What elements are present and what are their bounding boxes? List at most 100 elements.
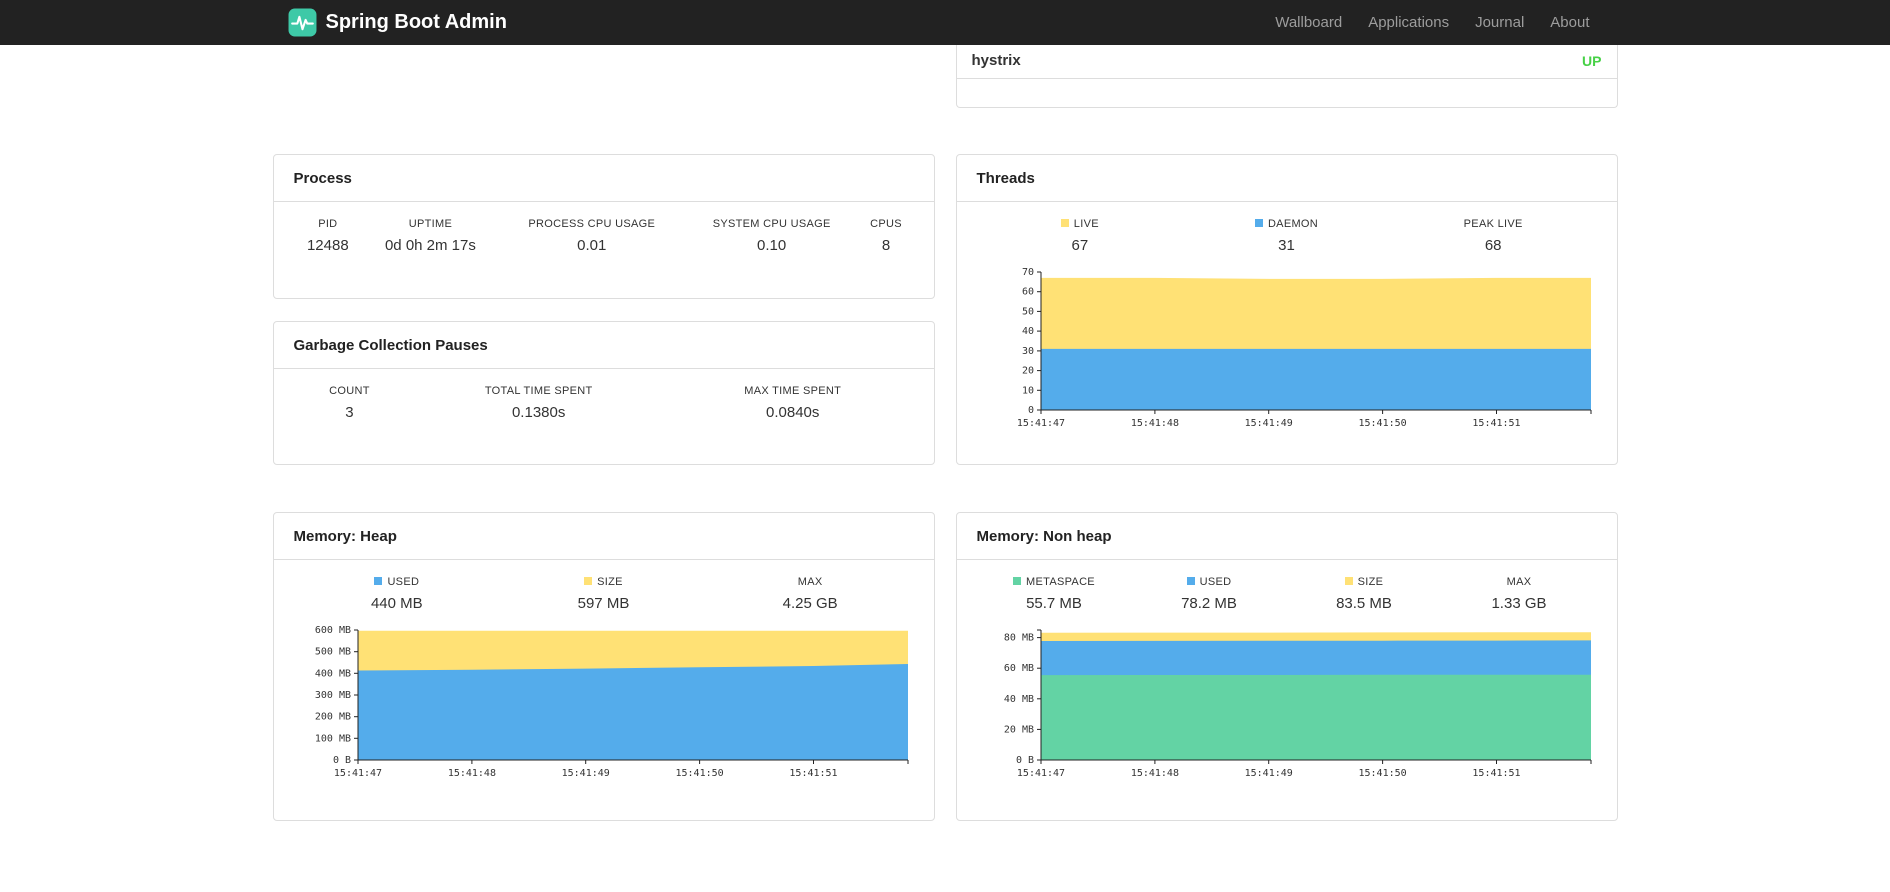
svg-text:200 MB: 200 MB bbox=[314, 712, 350, 723]
svg-text:15:41:49: 15:41:49 bbox=[1244, 768, 1292, 778]
memory-heap-panel: Memory: Heap USED SIZE MAX 440 MB 597 MB… bbox=[272, 512, 935, 821]
heap-legend: USED SIZE MAX 440 MB 597 MB 4.25 GB bbox=[294, 564, 914, 621]
size-swatch-icon bbox=[584, 577, 593, 585]
threads-chart: 0 10 20 30 40 50 60 70 15:41:47 15:41:48 15:41:49 1… bbox=[977, 267, 1597, 433]
memory-nonheap-panel-title: Memory: Non heap bbox=[956, 513, 1617, 560]
svg-text:15:41:51: 15:41:51 bbox=[1472, 418, 1520, 428]
legend-item: METASPACE bbox=[977, 564, 1132, 592]
process-col-header: SYSTEM CPU USAGE bbox=[712, 218, 831, 230]
brand-link[interactable]: Spring Boot Admin bbox=[288, 8, 507, 37]
gc-panel: Garbage Collection Pauses COUNT TOTAL TI… bbox=[272, 321, 935, 465]
legend-item: LIVE bbox=[977, 206, 1184, 234]
threads-panel: Threads LIVE DAEMON PEAK LIVE 67 31 68 0… bbox=[955, 154, 1618, 465]
daemon-swatch-icon bbox=[1254, 219, 1263, 227]
threads-legend: LIVE DAEMON PEAK LIVE 67 31 68 bbox=[977, 206, 1597, 263]
legend-item: DAEMON bbox=[1183, 206, 1390, 234]
svg-text:600 MB: 600 MB bbox=[314, 626, 350, 636]
legend-value: 1.33 GB bbox=[1491, 595, 1547, 612]
spring-boot-admin-logo-icon bbox=[288, 8, 317, 37]
svg-text:15:41:50: 15:41:50 bbox=[1358, 418, 1406, 428]
metaspace-swatch-icon bbox=[1013, 577, 1022, 585]
legend-value: 68 bbox=[1484, 237, 1502, 254]
health-panel: hystrix UP bbox=[955, 45, 1618, 108]
nav-wallboard[interactable]: Wallboard bbox=[1262, 14, 1355, 31]
svg-text:30: 30 bbox=[1021, 346, 1033, 357]
nav-journal[interactable]: Journal bbox=[1462, 14, 1537, 31]
legend-value: 597 MB bbox=[577, 595, 630, 612]
svg-text:15:41:50: 15:41:50 bbox=[1358, 768, 1406, 778]
threads-panel-title: Threads bbox=[956, 155, 1617, 202]
process-stat-value: 12488 bbox=[306, 237, 349, 254]
legend-value: 83.5 MB bbox=[1336, 595, 1392, 612]
right-column: hystrix UP Threads LIVE DAEMON PEAK LIVE… bbox=[955, 45, 1618, 821]
legend-value: 31 bbox=[1278, 237, 1295, 254]
svg-text:70: 70 bbox=[1021, 268, 1033, 278]
nav-applications[interactable]: Applications bbox=[1355, 14, 1462, 31]
process-col-header: PROCESS CPU USAGE bbox=[528, 218, 656, 230]
legend-label: SIZE bbox=[1357, 576, 1384, 588]
svg-text:40 MB: 40 MB bbox=[1003, 694, 1033, 705]
svg-text:100 MB: 100 MB bbox=[314, 733, 350, 744]
svg-text:0: 0 bbox=[1027, 405, 1033, 416]
gc-stat-value: 3 bbox=[345, 404, 354, 421]
heap-chart: 0 B 100 MB 200 MB 300 MB 400 MB 500 MB 600 MB 1… bbox=[294, 625, 914, 783]
legend-label: PEAK LIVE bbox=[1463, 218, 1523, 230]
brand-title: Spring Boot Admin bbox=[325, 11, 507, 33]
process-col-header: UPTIME bbox=[408, 218, 453, 230]
nav-links: Wallboard Applications Journal About bbox=[1262, 14, 1602, 31]
legend-item: MAX bbox=[1442, 564, 1597, 592]
process-stat-value: 0.10 bbox=[757, 237, 787, 254]
legend-label: METASPACE bbox=[1026, 576, 1095, 588]
svg-text:40: 40 bbox=[1021, 326, 1033, 337]
svg-text:50: 50 bbox=[1021, 306, 1033, 317]
svg-text:15:41:47: 15:41:47 bbox=[333, 768, 381, 778]
gc-col-header: COUNT bbox=[329, 385, 370, 397]
memory-heap-panel-title: Memory: Heap bbox=[273, 513, 934, 560]
legend-label: SIZE bbox=[597, 576, 623, 588]
svg-text:500 MB: 500 MB bbox=[314, 647, 350, 658]
legend-item: USED bbox=[294, 564, 501, 592]
svg-text:80 MB: 80 MB bbox=[1003, 633, 1033, 644]
size-swatch-icon bbox=[1344, 577, 1353, 585]
gc-stats-table: COUNT TOTAL TIME SPENT MAX TIME SPENT 3 … bbox=[294, 373, 914, 430]
navbar-inner: Spring Boot Admin Wallboard Applications… bbox=[273, 0, 1618, 45]
svg-text:300 MB: 300 MB bbox=[314, 690, 350, 701]
legend-item: MAX bbox=[707, 564, 914, 592]
status-badge: UP bbox=[1582, 52, 1602, 69]
svg-text:15:41:51: 15:41:51 bbox=[789, 768, 837, 778]
svg-text:10: 10 bbox=[1021, 385, 1033, 396]
memory-nonheap-panel: Memory: Non heap METASPACE USED SIZE MAX… bbox=[955, 512, 1618, 821]
legend-label: USED bbox=[1199, 576, 1232, 588]
legend-value: 55.7 MB bbox=[1026, 595, 1082, 612]
process-stat-value: 8 bbox=[881, 237, 891, 254]
svg-text:60: 60 bbox=[1021, 287, 1033, 298]
gc-stat-value: 0.0840s bbox=[766, 404, 820, 421]
live-swatch-icon bbox=[1060, 219, 1069, 227]
svg-text:15:41:47: 15:41:47 bbox=[1016, 418, 1064, 428]
svg-text:15:41:48: 15:41:48 bbox=[1130, 768, 1178, 778]
svg-text:0 B: 0 B bbox=[1015, 755, 1033, 766]
svg-text:15:41:47: 15:41:47 bbox=[1016, 768, 1064, 778]
process-stats-table: PID UPTIME PROCESS CPU USAGE SYSTEM CPU … bbox=[294, 206, 914, 263]
legend-item: USED bbox=[1132, 564, 1287, 592]
main-content: Process PID UPTIME PROCESS CPU USAGE SYS… bbox=[272, 45, 1618, 892]
svg-text:20 MB: 20 MB bbox=[1003, 724, 1033, 735]
legend-label: MAX bbox=[797, 576, 823, 588]
gc-col-header: MAX TIME SPENT bbox=[744, 385, 842, 397]
legend-value: 440 MB bbox=[370, 595, 423, 612]
nonheap-legend: METASPACE USED SIZE MAX 55.7 MB 78.2 MB … bbox=[977, 564, 1597, 621]
left-column: Process PID UPTIME PROCESS CPU USAGE SYS… bbox=[272, 45, 935, 821]
health-row-hystrix[interactable]: hystrix UP bbox=[956, 45, 1617, 79]
legend-value: 67 bbox=[1071, 237, 1089, 254]
svg-text:15:41:48: 15:41:48 bbox=[1130, 418, 1178, 428]
svg-text:15:41:48: 15:41:48 bbox=[447, 768, 495, 778]
svg-text:15:41:50: 15:41:50 bbox=[675, 768, 723, 778]
process-stat-value: 0d 0h 2m 17s bbox=[384, 237, 476, 254]
legend-label: LIVE bbox=[1073, 218, 1099, 230]
nav-about[interactable]: About bbox=[1537, 14, 1602, 31]
legend-label: USED bbox=[387, 576, 420, 588]
process-col-header: CPUS bbox=[870, 218, 902, 230]
process-panel: Process PID UPTIME PROCESS CPU USAGE SYS… bbox=[272, 154, 935, 299]
svg-text:60 MB: 60 MB bbox=[1003, 663, 1033, 674]
health-service-name: hystrix bbox=[971, 52, 1021, 69]
